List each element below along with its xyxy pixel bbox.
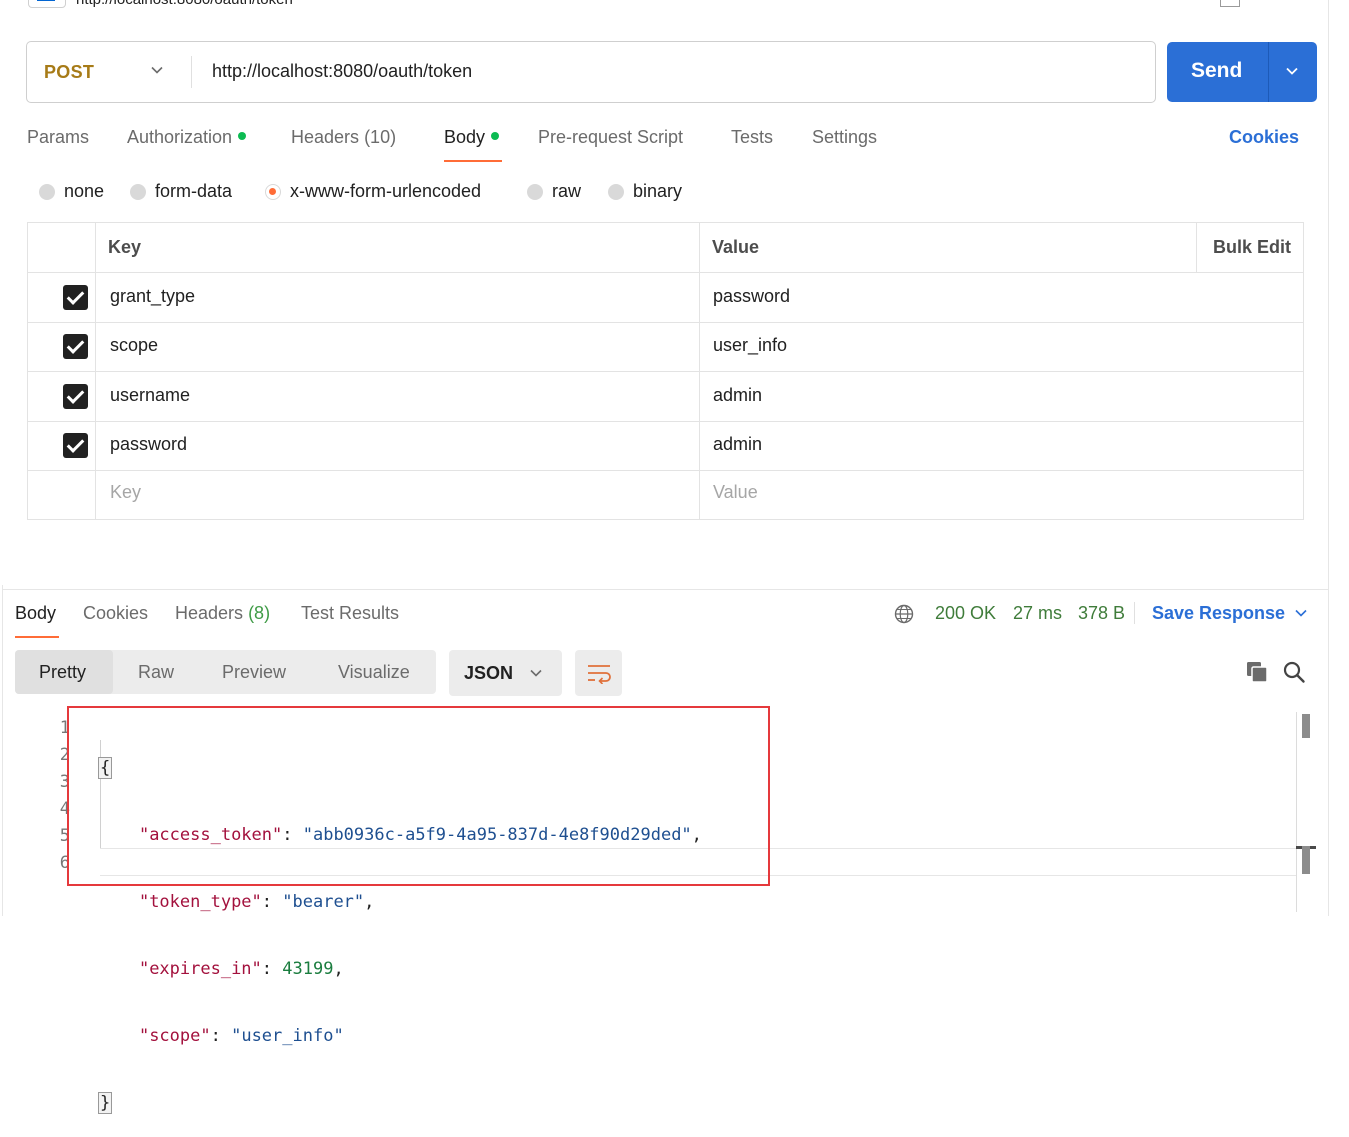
wrap-lines-icon[interactable] xyxy=(586,662,612,684)
table-divider xyxy=(27,322,1304,323)
active-tab-indicator xyxy=(15,636,59,638)
divider xyxy=(1268,42,1269,102)
format-label[interactable]: JSON xyxy=(464,663,513,684)
response-time[interactable]: 27 ms xyxy=(1013,603,1062,624)
method-select[interactable]: POST xyxy=(44,62,94,83)
scrollbar-thumb[interactable] xyxy=(1302,846,1310,874)
row-checkbox[interactable] xyxy=(63,285,88,310)
annotation-highlight-box xyxy=(67,706,770,886)
tab-authorization[interactable]: Authorization xyxy=(127,127,247,148)
table-divider xyxy=(1196,222,1197,272)
globe-icon[interactable] xyxy=(894,604,914,624)
url-input[interactable] xyxy=(212,58,1112,84)
chevron-down-icon[interactable] xyxy=(1294,606,1308,620)
view-visualize[interactable]: Visualize xyxy=(338,662,410,683)
param-key[interactable]: username xyxy=(110,385,190,406)
param-value[interactable]: password xyxy=(713,286,790,307)
param-value[interactable]: user_info xyxy=(713,335,787,356)
column-header-value: Value xyxy=(712,237,760,257)
tab-headers[interactable]: Headers (10) xyxy=(291,127,396,148)
response-tab-cookies[interactable]: Cookies xyxy=(83,603,148,624)
line-numbers: 1 2 3 4 5 6 xyxy=(59,718,70,873)
radio-none[interactable] xyxy=(39,184,55,200)
active-tab-indicator xyxy=(444,160,502,162)
table-divider xyxy=(27,470,1304,471)
response-divider[interactable] xyxy=(2,589,1328,590)
divider xyxy=(191,56,192,88)
table-divider xyxy=(27,421,1304,422)
vertical-scrollbar[interactable] xyxy=(1302,714,1310,738)
view-pretty[interactable]: Pretty xyxy=(39,662,86,683)
row-checkbox[interactable] xyxy=(63,334,88,359)
response-size[interactable]: 378 B xyxy=(1078,603,1125,624)
status-dot xyxy=(238,132,247,141)
copy-icon[interactable] xyxy=(1245,660,1269,684)
view-preview[interactable]: Preview xyxy=(222,662,286,683)
panel-border xyxy=(1328,0,1329,916)
param-key[interactable]: password xyxy=(110,434,187,455)
param-value[interactable]: admin xyxy=(713,434,762,455)
save-response-button[interactable]: Save Response xyxy=(1152,603,1285,624)
tab-params[interactable]: Params xyxy=(27,127,89,148)
radio-label-binary[interactable]: binary xyxy=(633,181,682,202)
response-tab-body[interactable]: Body xyxy=(15,603,56,624)
cookies-link[interactable]: Cookies xyxy=(1229,127,1299,148)
radio-label-x-www-form-urlencoded[interactable]: x-www-form-urlencoded xyxy=(290,181,481,202)
scrollbar-track xyxy=(1296,712,1297,912)
tab-pre-request-script[interactable]: Pre-request Script xyxy=(538,127,683,148)
tab-body[interactable]: Body xyxy=(444,127,500,148)
bulk-edit-button[interactable]: Bulk Edit xyxy=(1213,237,1291,258)
new-key-input[interactable]: Key xyxy=(110,482,141,503)
status-dot xyxy=(491,132,500,141)
row-checkbox[interactable] xyxy=(63,384,88,409)
radio-label-form-data[interactable]: form-data xyxy=(155,181,232,202)
tab-tests[interactable]: Tests xyxy=(731,127,773,148)
search-icon[interactable] xyxy=(1282,660,1306,684)
radio-binary[interactable] xyxy=(608,184,624,200)
radio-raw[interactable] xyxy=(527,184,543,200)
back-icon[interactable] xyxy=(28,0,66,8)
new-value-input[interactable]: Value xyxy=(713,482,758,503)
response-tab-headers[interactable]: Headers (8) xyxy=(175,603,270,624)
panel-border-left xyxy=(2,585,3,916)
param-key[interactable]: grant_type xyxy=(110,286,195,307)
window-actions[interactable] xyxy=(1220,0,1270,7)
send-button-label[interactable]: Send xyxy=(1191,59,1242,83)
radio-form-data[interactable] xyxy=(130,184,146,200)
param-value[interactable]: admin xyxy=(713,385,762,406)
tab-settings[interactable]: Settings xyxy=(812,127,877,148)
divider xyxy=(1134,602,1135,624)
radio-label-raw[interactable]: raw xyxy=(552,181,581,202)
view-raw[interactable]: Raw xyxy=(138,662,174,683)
status-code[interactable]: 200 OK xyxy=(935,603,996,624)
response-tab-test-results[interactable]: Test Results xyxy=(301,603,399,624)
chevron-down-icon[interactable] xyxy=(529,666,543,680)
chevron-down-icon[interactable] xyxy=(150,63,164,77)
param-key[interactable]: scope xyxy=(110,335,158,356)
table-divider xyxy=(27,371,1304,372)
table-divider xyxy=(27,272,1304,273)
row-checkbox[interactable] xyxy=(63,433,88,458)
save-icon[interactable] xyxy=(1220,0,1240,7)
radio-label-none[interactable]: none xyxy=(64,181,104,202)
window-title-url: http://localhost:8080/oauth/token xyxy=(76,0,293,8)
column-header-key: Key xyxy=(108,237,142,257)
radio-x-www-form-urlencoded[interactable] xyxy=(265,184,281,200)
send-options-chevron-icon[interactable] xyxy=(1285,64,1299,78)
